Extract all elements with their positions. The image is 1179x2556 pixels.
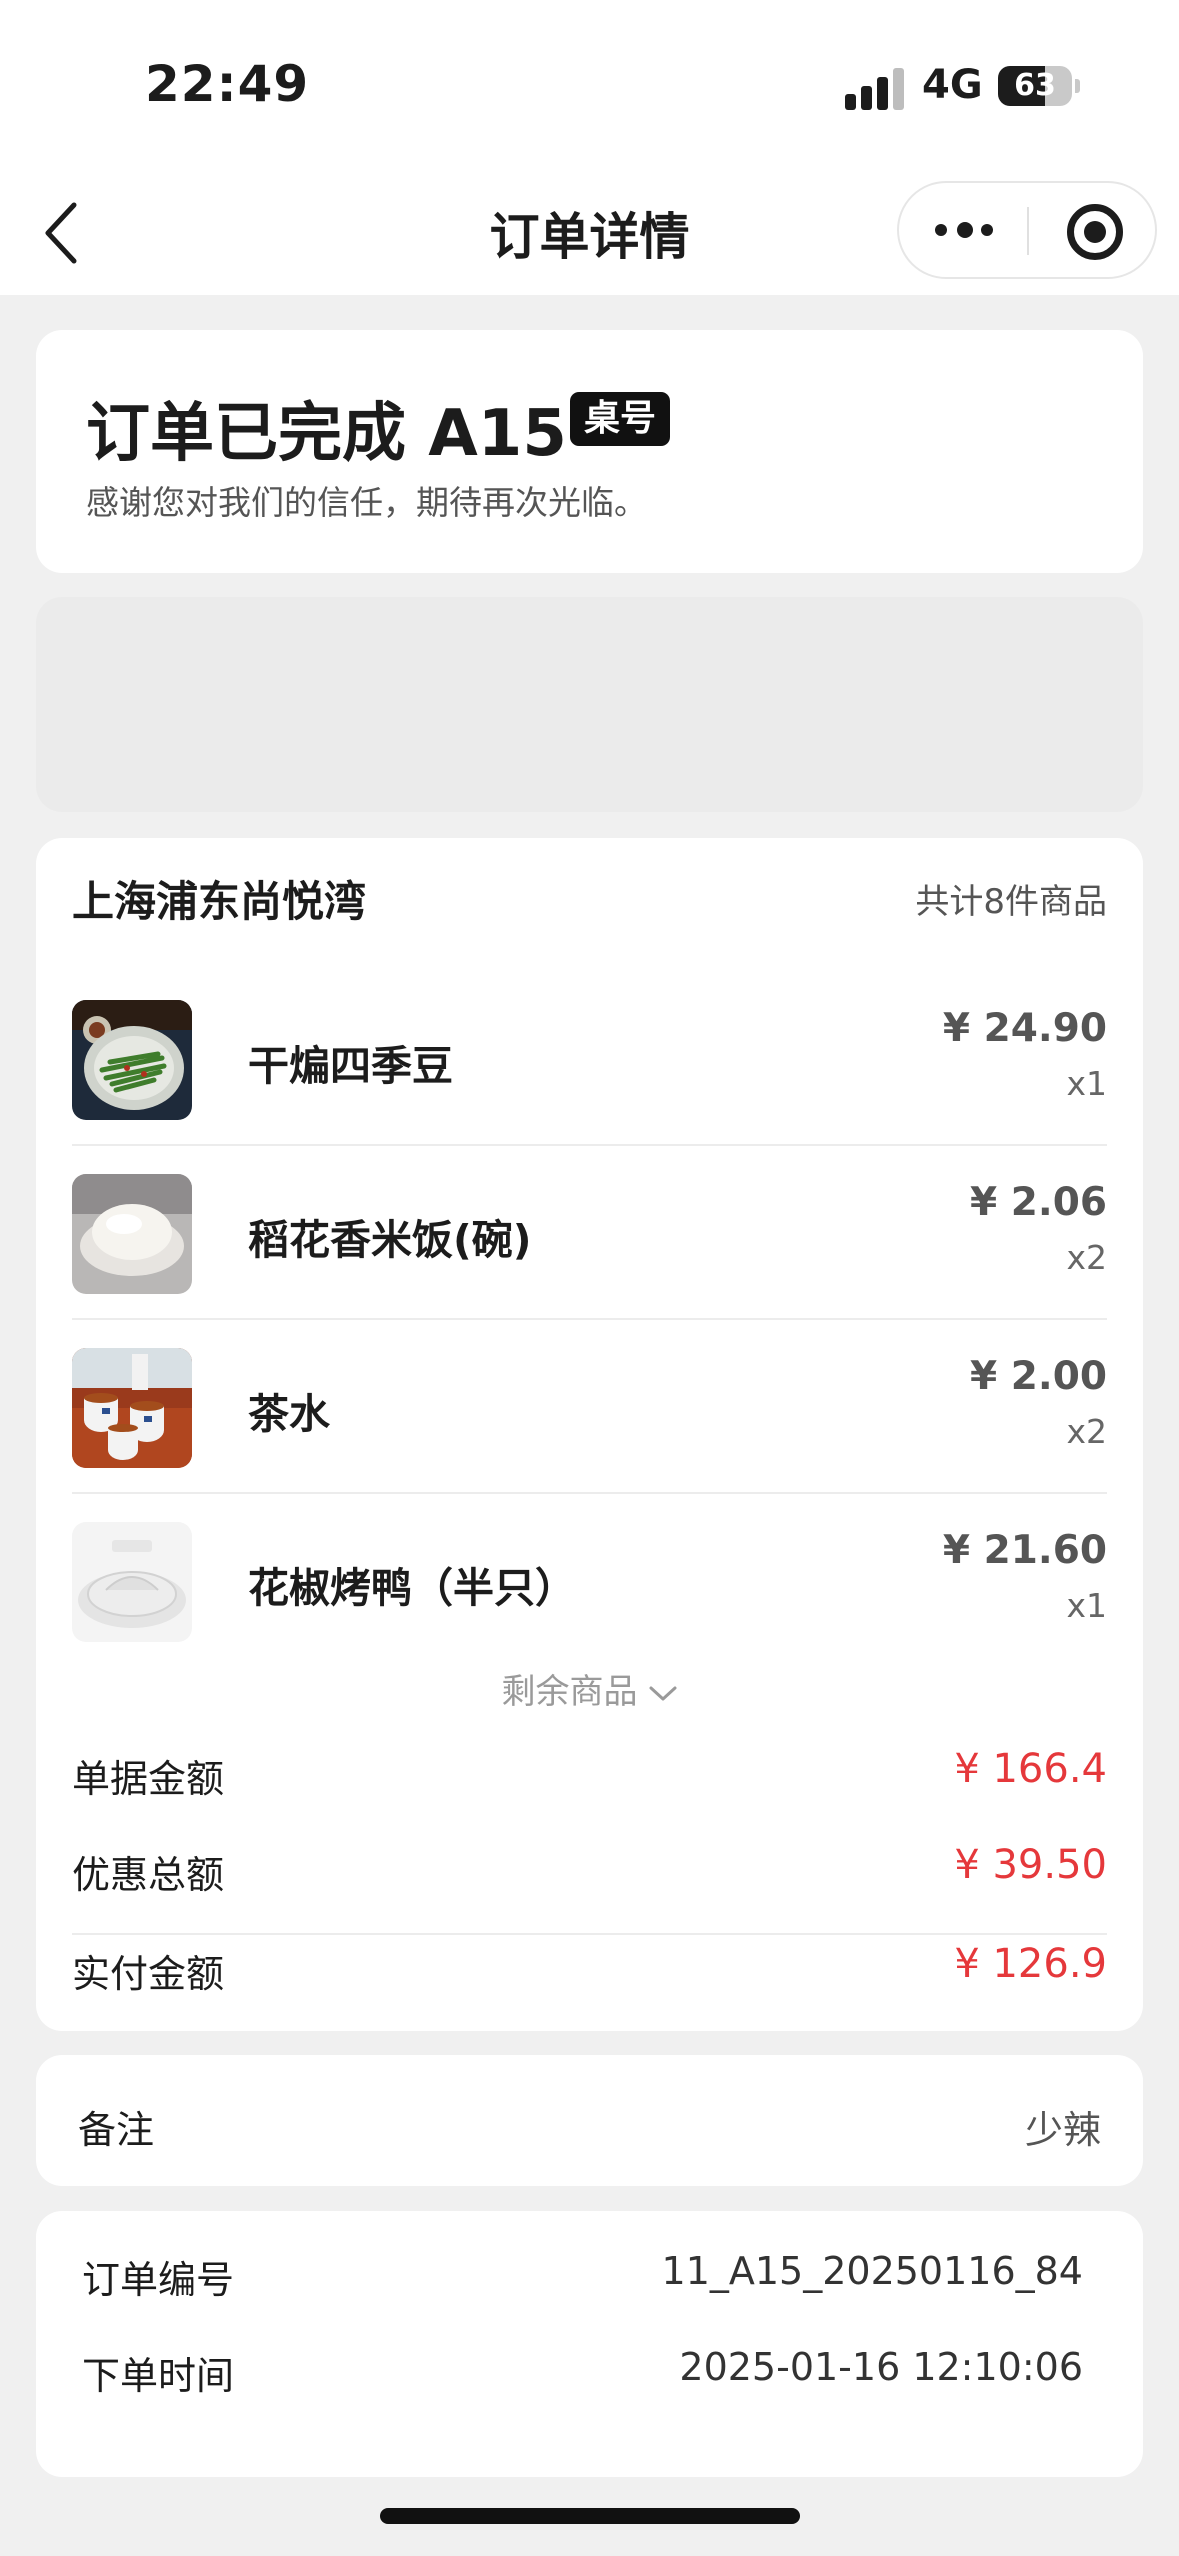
order-info-card: 订单编号 11_A15_20250116_84 下单时间 2025-01-16 … [36, 2211, 1143, 2477]
bill-amount-value: ¥ 166.4 [954, 1746, 1107, 1792]
order-item: 茶水 ¥ 2.00 x2 [72, 1320, 1107, 1494]
order-status-title: 订单已完成 A15 [86, 397, 567, 471]
no-image-placeholder-icon [72, 1522, 192, 1642]
item-quantity: x2 [1066, 1412, 1107, 1451]
item-price: ¥ 24.90 [942, 1006, 1107, 1051]
discount-row: 优惠总额 ¥ 39.50 [72, 1824, 1107, 1910]
item-price: ¥ 21.60 [942, 1528, 1107, 1573]
paid-amount-row: 实付金额 ¥ 126.9 [72, 1923, 1107, 2009]
chevron-down-icon [649, 1686, 676, 1700]
network-type: 4G [922, 62, 983, 108]
order-item: 花椒烤鸭（半只） ¥ 21.60 x1 [72, 1494, 1107, 1668]
dish-image-green-beans [72, 1000, 192, 1120]
status-time: 22:49 [145, 55, 310, 113]
order-time-label: 下单时间 [82, 2354, 235, 2398]
paid-amount-label: 实付金额 [72, 1952, 225, 1996]
remark-value: 少辣 [1024, 2108, 1101, 2152]
item-price: ¥ 2.00 [970, 1354, 1107, 1399]
signal-icon [845, 68, 905, 110]
remark-card: 备注 少辣 [36, 2055, 1143, 2186]
battery-level: 63 [1014, 68, 1056, 103]
item-name: 稻花香米饭(碗) [248, 1216, 532, 1264]
paid-amount-value: ¥ 126.9 [954, 1941, 1107, 1987]
item-quantity: x1 [1066, 1586, 1107, 1625]
table-number-badge: 桌号 [570, 392, 671, 446]
close-mini-program-button[interactable] [1029, 183, 1157, 277]
mini-program-capsule [897, 181, 1157, 279]
order-item: 稻花香米饭(碗) ¥ 2.06 x2 [72, 1146, 1107, 1320]
item-quantity: x1 [1066, 1064, 1107, 1103]
item-price: ¥ 2.06 [970, 1180, 1107, 1225]
battery-icon: 63 [998, 66, 1072, 106]
more-button[interactable] [899, 183, 1027, 277]
bill-amount-row: 单据金额 ¥ 166.4 [72, 1728, 1107, 1814]
dish-image-rice-bowl [72, 1174, 192, 1294]
item-name: 干煸四季豆 [248, 1042, 453, 1090]
remark-label: 备注 [78, 2108, 155, 2152]
home-indicator [380, 2508, 800, 2524]
battery-nub [1075, 79, 1080, 93]
order-number-value: 11_A15_20250116_84 [661, 2249, 1083, 2293]
order-number-label: 订单编号 [82, 2258, 235, 2302]
dish-image-tea [72, 1348, 192, 1468]
order-status-card: 订单已完成 A15 桌号 感谢您对我们的信任，期待再次光临。 [36, 330, 1143, 573]
order-items-card: 上海浦东尚悦湾 共计8件商品 干煸四季豆 ¥ 24.90 x1 稻花香米饭(碗)… [36, 838, 1143, 2031]
show-remaining-items-button[interactable]: 剩余商品 [36, 1664, 1143, 1713]
discount-value: ¥ 39.50 [954, 1842, 1107, 1888]
item-name: 茶水 [248, 1390, 330, 1438]
chevron-left-icon [45, 202, 77, 264]
back-button[interactable] [40, 195, 100, 271]
item-count: 共计8件商品 [915, 882, 1107, 922]
more-items-label: 剩余商品 [501, 1672, 638, 1712]
nav-bar: 订单详情 [0, 175, 1179, 295]
order-status-subtitle: 感谢您对我们的信任，期待再次光临。 [86, 483, 647, 522]
banner-placeholder [36, 597, 1143, 812]
item-name: 花椒烤鸭（半只） [248, 1564, 576, 1612]
target-dot [1084, 221, 1106, 243]
store-name: 上海浦东尚悦湾 [72, 877, 367, 926]
discount-label: 优惠总额 [72, 1853, 225, 1897]
order-item: 干煸四季豆 ¥ 24.90 x1 [72, 972, 1107, 1146]
item-quantity: x2 [1066, 1238, 1107, 1277]
order-time-value: 2025-01-16 12:10:06 [679, 2345, 1083, 2389]
bill-amount-label: 单据金额 [72, 1757, 225, 1801]
status-bar: 22:49 4G 63 [0, 0, 1179, 175]
